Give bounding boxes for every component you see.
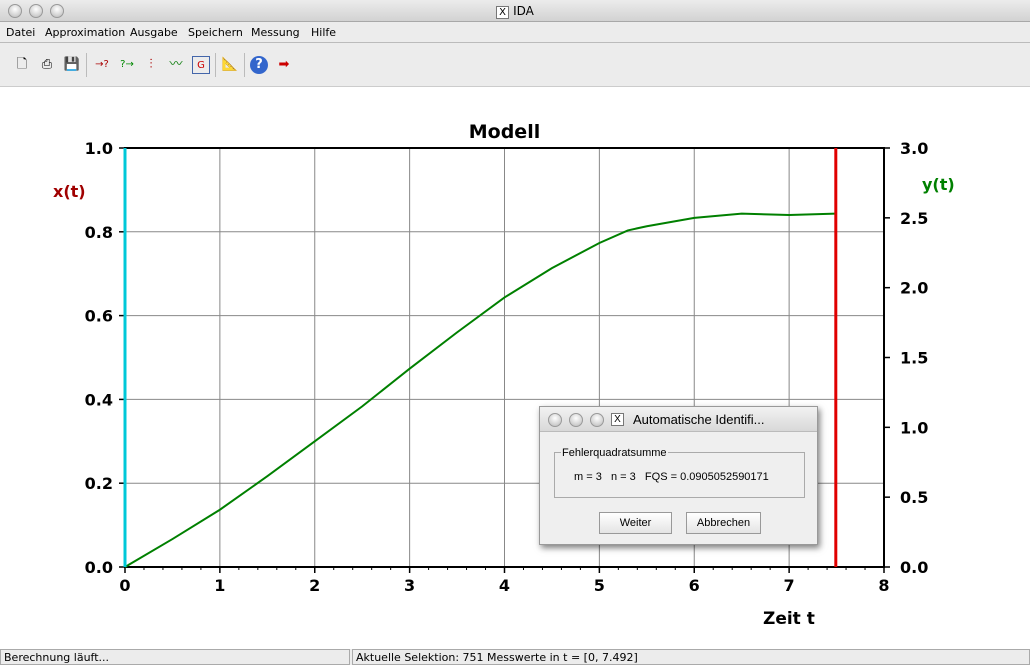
dialog-title-bar: X Automatische Identifi... <box>540 407 817 432</box>
abbrechen-button[interactable]: Abbrechen <box>686 512 761 534</box>
x-tick-label: 8 <box>878 576 889 595</box>
y-left-tick-label: 0.2 <box>85 474 113 493</box>
toolbar: 🗋 ⎙ 💾 →? ?→ ⫶ 〰 G 📐 ? ➡ <box>0 44 1030 86</box>
dialog-minimize-button[interactable] <box>569 413 583 427</box>
x11-icon: X <box>611 413 624 426</box>
y-left-tick-label: 0.6 <box>85 307 113 326</box>
toolbar-separator <box>244 53 245 77</box>
x-tick-label: 2 <box>309 576 320 595</box>
menu-ausgabe[interactable]: Ausgabe <box>130 26 178 39</box>
x-tick-label: 6 <box>689 576 700 595</box>
menu-messung[interactable]: Messung <box>251 26 300 39</box>
y-left-label: x(t) <box>53 182 86 201</box>
y-right-tick-label: 1.5 <box>900 349 928 368</box>
window-title: IDA <box>513 4 534 18</box>
y-left-tick-label: 0.0 <box>85 558 113 577</box>
model-chart: 0 1 2 3 4 5 6 7 8 0.0 0.2 0.4 0.6 0.8 1.0 0.0 0.5 1.0 1.5 2… <box>53 121 955 629</box>
y-right-tick-label: 0.5 <box>900 488 928 507</box>
menu-approximation[interactable]: Approximation <box>45 26 125 39</box>
y-right-label: y(t) <box>922 175 955 194</box>
y-right-tick-label: 1.0 <box>900 418 928 437</box>
plot-area: 0 1 2 3 4 5 6 7 8 0.0 0.2 0.4 0.6 0.8 1.0 0.0 0.5 1.0 1.5 2… <box>0 86 1030 649</box>
x11-icon: X <box>496 6 510 19</box>
status-right: Aktuelle Selektion: 751 Messwerte in t =… <box>352 649 1030 665</box>
x-tick-label: 1 <box>214 576 225 595</box>
weiter-button[interactable]: Weiter <box>599 512 672 534</box>
menu-bar: Datei Approximation Ausgabe Speichern Me… <box>0 23 1030 43</box>
x-tick-label: 5 <box>594 576 605 595</box>
toolbar-separator <box>86 53 87 77</box>
x-tick-label: 4 <box>499 576 510 595</box>
menu-hilfe[interactable]: Hilfe <box>311 26 336 39</box>
exit-icon[interactable]: ➡ <box>275 56 293 74</box>
chart-title: Modell <box>469 121 540 143</box>
status-left: Berechnung läuft... <box>0 649 350 665</box>
dialog-zoom-button[interactable] <box>590 413 604 427</box>
split-icon[interactable]: ⫶ <box>142 56 160 74</box>
y-right-tick-label: 2.0 <box>900 279 928 298</box>
y-left-tick-label: 0.8 <box>85 223 113 242</box>
import-icon[interactable]: →? <box>91 56 113 74</box>
title-bar: X IDA <box>0 0 1030 22</box>
chart-icon[interactable]: 〰 <box>167 56 185 74</box>
dialog-title: Automatische Identifi... <box>633 412 765 427</box>
print-icon[interactable]: ⎙ <box>38 56 56 74</box>
export-icon[interactable]: ?→ <box>116 56 138 74</box>
help-icon[interactable]: ? <box>250 56 268 74</box>
group-label: Fehlerquadratsumme <box>561 447 668 459</box>
x-tick-label: 3 <box>404 576 415 595</box>
toolbar-separator <box>215 53 216 77</box>
graphic-icon[interactable]: G <box>192 56 210 74</box>
y-right-tick-label: 3.0 <box>900 139 928 158</box>
y-left-tick-label: 0.4 <box>85 390 113 409</box>
dialog-close-button[interactable] <box>548 413 562 427</box>
menu-speichern[interactable]: Speichern <box>188 26 243 39</box>
x-axis-label: Zeit t <box>763 609 815 629</box>
x-tick-label: 7 <box>784 576 795 595</box>
y-left-tick-label: 1.0 <box>85 139 113 158</box>
save-icon[interactable]: 💾 <box>63 56 81 74</box>
menu-datei[interactable]: Datei <box>6 26 35 39</box>
fqs-result: m = 3 n = 3 FQS = 0.0905052590171 <box>574 471 769 483</box>
y-right-tick-label: 0.0 <box>900 558 928 577</box>
x-tick-label: 0 <box>119 576 130 595</box>
measure-icon[interactable]: 📐 <box>221 56 239 74</box>
y-right-tick-label: 2.5 <box>900 209 928 228</box>
new-file-icon[interactable]: 🗋 <box>13 56 31 74</box>
identification-dialog: X Automatische Identifi... Fehlerquadrat… <box>539 406 818 545</box>
